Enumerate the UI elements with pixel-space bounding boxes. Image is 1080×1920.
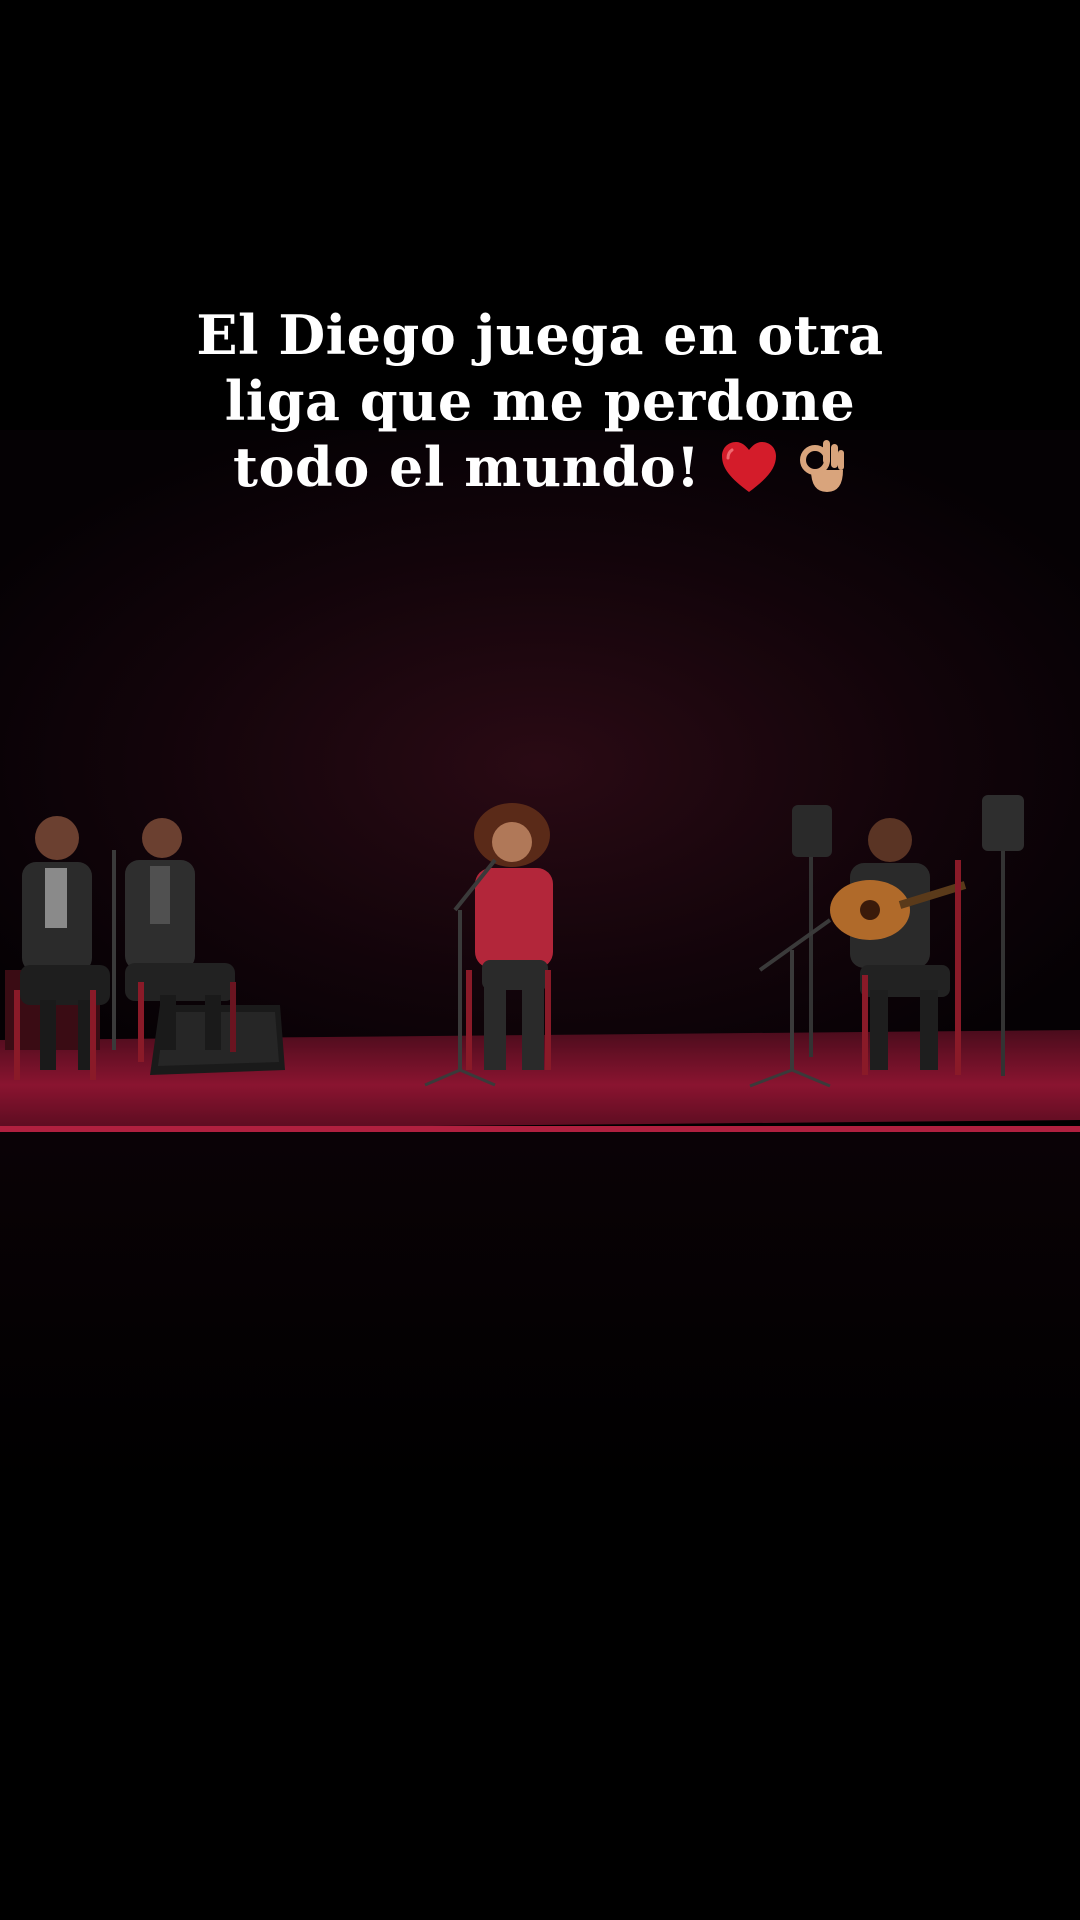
red-heart-icon bbox=[720, 440, 778, 508]
ok-hand-icon bbox=[797, 436, 847, 508]
story-caption: El Diego juega en otra liga que me perdo… bbox=[140, 302, 940, 508]
mic-stand-left bbox=[112, 850, 116, 1050]
caption-line-1: El Diego juega en otra bbox=[196, 303, 884, 367]
caption-line-3-text: todo el mundo! bbox=[233, 435, 701, 499]
video-frame[interactable] bbox=[0, 430, 1080, 1490]
stage-scene bbox=[0, 430, 1080, 1490]
caption-line-2: liga que me perdone bbox=[224, 369, 856, 433]
audience-area bbox=[0, 1132, 1080, 1490]
story-screen: El Diego juega en otra liga que me perdo… bbox=[0, 0, 1080, 1920]
caption-line-3: todo el mundo! bbox=[140, 434, 940, 508]
stage-edge bbox=[0, 1126, 1080, 1132]
